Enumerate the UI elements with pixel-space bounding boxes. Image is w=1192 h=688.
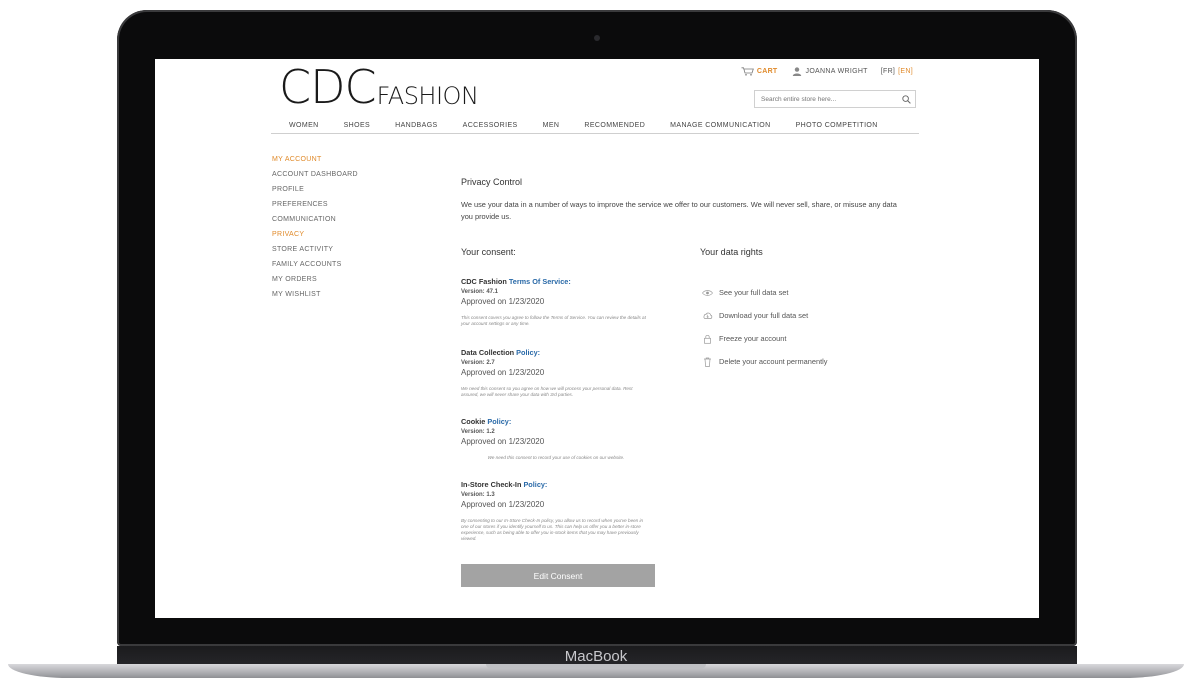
- policy-title-prefix: In-Store Check-In: [461, 480, 524, 489]
- download-icon: [703, 312, 713, 319]
- see-data-set-link[interactable]: See your full data set: [702, 281, 827, 304]
- sidebar-item-account-dashboard[interactable]: ACCOUNT DASHBOARD: [272, 167, 358, 182]
- data-rights-list: See your full data set Download your ful…: [702, 281, 827, 373]
- cookie-policy-link[interactable]: Policy:: [487, 417, 511, 426]
- top-bar: CART JOANNA WRIGHT [FR] [EN]: [741, 67, 913, 76]
- policy-version: Version: 1.2: [461, 429, 495, 435]
- policy-description: By consenting to our In-Store Check-In p…: [461, 518, 644, 541]
- sidebar-item-profile[interactable]: PROFILE: [272, 182, 358, 197]
- policy-description: We need this consent to record your use …: [487, 455, 625, 460]
- policy-approved-date: Approved on 1/23/2020: [461, 297, 545, 306]
- sidebar-item-family-accounts[interactable]: FAMILY ACCOUNTS: [272, 257, 358, 272]
- policy-title-prefix: CDC Fashion: [461, 277, 509, 286]
- policy-description: We need this consent so you agree on how…: [461, 386, 633, 397]
- policy-title-prefix: Cookie: [461, 417, 488, 426]
- account-sidebar: MY ACCOUNT ACCOUNT DASHBOARD PROFILE PRE…: [272, 152, 358, 302]
- right-label: See your full data set: [719, 288, 789, 297]
- edit-consent-button[interactable]: Edit Consent: [461, 564, 655, 587]
- search-input[interactable]: [759, 94, 902, 104]
- user-name: JOANNA WRIGHT: [805, 68, 868, 75]
- user-icon: [792, 67, 801, 76]
- laptop-brand-label: MacBook: [564, 648, 628, 665]
- nav-recommended[interactable]: RECOMMENDED: [584, 122, 645, 129]
- right-label: Download your full data set: [719, 311, 809, 320]
- language-en[interactable]: [EN]: [898, 68, 913, 75]
- site-logo[interactable]: CDC FASHION: [279, 60, 479, 114]
- nav-shoes[interactable]: SHOES: [344, 122, 371, 129]
- policy-title-prefix: Data Collection: [461, 348, 517, 357]
- policy-in-store-check-in: In-Store Check-In Policy: Version: 1.3 A…: [461, 480, 651, 542]
- user-account-link[interactable]: JOANNA WRIGHT: [792, 67, 868, 76]
- policy-approved-date: Approved on 1/23/2020: [461, 437, 545, 446]
- data-rights-heading: Your data rights: [700, 247, 763, 257]
- page-title: Privacy Control: [461, 177, 523, 187]
- consent-heading: Your consent:: [461, 247, 516, 257]
- camera-icon: [594, 35, 600, 41]
- nav-photo-competition[interactable]: PHOTO COMPETITION: [796, 122, 878, 129]
- sidebar-item-privacy[interactable]: PRIVACY: [272, 227, 358, 242]
- screen: CDC FASHION CART JOANNA WRIGHT [FR] [EN]…: [155, 59, 1039, 618]
- policy-terms-of-service: CDC Fashion Terms Of Service: Version: 4…: [461, 277, 651, 327]
- data-collection-policy-link[interactable]: Policy:: [516, 348, 540, 357]
- sidebar-item-preferences[interactable]: PREFERENCES: [272, 197, 358, 212]
- policy-title: Cookie Policy:: [461, 417, 651, 426]
- nav-manage-communication[interactable]: MANAGE COMMUNICATION: [670, 122, 770, 129]
- nav-handbags[interactable]: HANDBAGS: [395, 122, 438, 129]
- trash-icon: [704, 357, 711, 367]
- policy-description: This consent covers you agree to follow …: [461, 315, 646, 326]
- sidebar-item-my-orders[interactable]: MY ORDERS: [272, 272, 358, 287]
- terms-of-service-link[interactable]: Terms Of Service:: [509, 277, 571, 286]
- intro-text: We use your data in a number of ways to …: [461, 200, 897, 221]
- policy-title: Data Collection Policy:: [461, 348, 651, 357]
- freeze-account-link[interactable]: Freeze your account: [702, 327, 827, 350]
- lock-icon: [704, 334, 711, 344]
- right-label: Delete your account permanently: [719, 357, 828, 366]
- nav-accessories[interactable]: ACCESSORIES: [463, 122, 518, 129]
- cart-link[interactable]: CART: [741, 67, 778, 76]
- laptop-base-notch: [486, 664, 706, 669]
- policy-title: In-Store Check-In Policy:: [461, 480, 651, 489]
- cart-icon: [741, 67, 754, 76]
- policy-approved-date: Approved on 1/23/2020: [461, 500, 545, 509]
- logo-cdc: CDC: [279, 60, 377, 114]
- search-icon[interactable]: [902, 94, 911, 104]
- policy-version: Version: 2.7: [461, 360, 495, 366]
- cart-label: CART: [756, 68, 778, 75]
- main-nav: WOMEN SHOES HANDBAGS ACCESSORIES MEN REC…: [271, 117, 919, 134]
- policy-data-collection: Data Collection Policy: Version: 2.7 App…: [461, 348, 651, 398]
- policy-title: CDC Fashion Terms Of Service:: [461, 277, 651, 286]
- policy-cookie: Cookie Policy: Version: 1.2 Approved on …: [461, 417, 651, 461]
- sidebar-item-my-account[interactable]: MY ACCOUNT: [272, 152, 358, 167]
- eye-icon: [702, 289, 713, 296]
- delete-account-link[interactable]: Delete your account permanently: [702, 350, 827, 373]
- policy-version: Version: 1.3: [461, 492, 495, 498]
- policy-version: Version: 47.1: [461, 289, 499, 295]
- sidebar-item-communication[interactable]: COMMUNICATION: [272, 212, 358, 227]
- logo-fashion: FASHION: [376, 82, 479, 110]
- download-data-set-link[interactable]: Download your full data set: [702, 304, 827, 327]
- nav-men[interactable]: MEN: [543, 122, 560, 129]
- search-box: [754, 90, 916, 108]
- sidebar-item-store-activity[interactable]: STORE ACTIVITY: [272, 242, 358, 257]
- nav-women[interactable]: WOMEN: [289, 122, 319, 129]
- right-label: Freeze your account: [719, 334, 787, 343]
- sidebar-item-my-wishlist[interactable]: MY WISHLIST: [272, 287, 358, 302]
- in-store-check-in-policy-link[interactable]: Policy:: [523, 480, 547, 489]
- language-fr[interactable]: [FR]: [881, 68, 895, 75]
- policy-approved-date: Approved on 1/23/2020: [461, 368, 545, 377]
